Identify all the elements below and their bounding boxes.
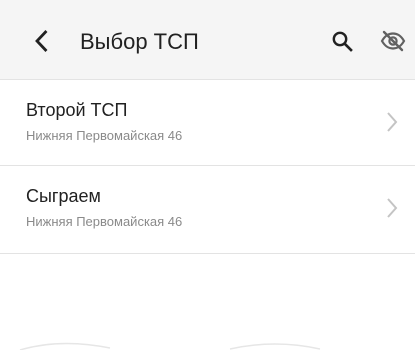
app-bar: Выбор ТСП — [0, 0, 415, 80]
eye-off-icon — [380, 30, 406, 52]
list-item[interactable]: Второй ТСП Нижняя Первомайская 46 — [0, 80, 415, 166]
screen: Выбор ТСП Второй ТСП Нижняя Первомайская… — [0, 0, 415, 350]
list-item-title: Сыграем — [26, 186, 101, 206]
tsp-list: Второй ТСП Нижняя Первомайская 46 Сыграе… — [0, 80, 415, 254]
bottom-decoration — [19, 342, 321, 350]
chevron-right-icon — [387, 198, 398, 218]
list-item-address: Нижняя Первомайская 46 — [26, 214, 183, 229]
list-item[interactable]: Сыграем Нижняя Первомайская 46 — [0, 166, 415, 254]
back-button[interactable] — [26, 26, 56, 56]
list-item-title: Второй ТСП — [26, 100, 128, 120]
toggle-visibility-button[interactable] — [377, 26, 409, 56]
chevron-left-icon — [35, 30, 48, 52]
search-icon — [332, 31, 353, 52]
list-item-address: Нижняя Первомайская 46 — [26, 128, 183, 143]
search-button[interactable] — [327, 26, 357, 56]
page-title: Выбор ТСП — [80, 29, 199, 54]
chevron-right-icon — [387, 112, 398, 132]
